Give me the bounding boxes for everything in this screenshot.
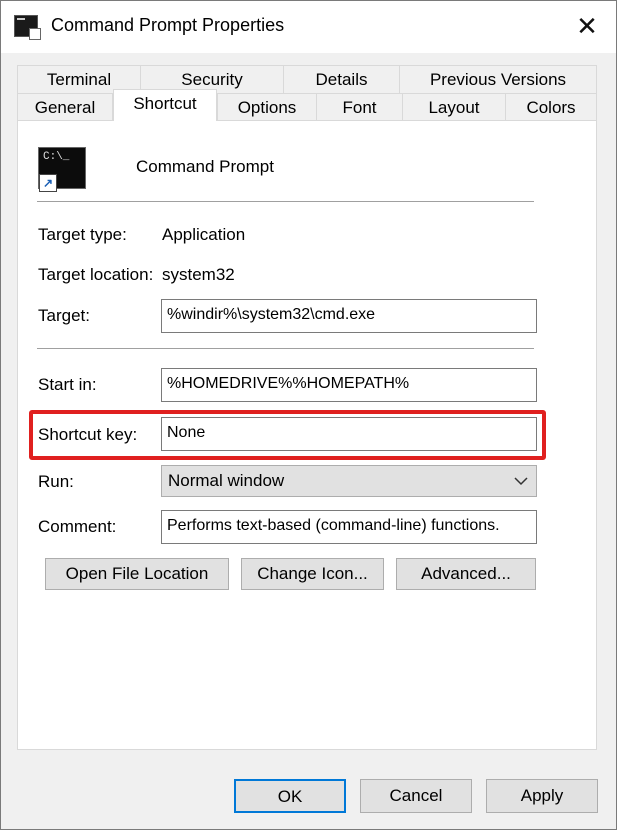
tab-colors[interactable]: Colors — [505, 93, 597, 121]
target-label: Target: — [38, 306, 90, 325]
open-file-location-button[interactable]: Open File Location — [45, 558, 229, 590]
cancel-button[interactable]: Cancel — [360, 779, 472, 813]
run-select[interactable]: Normal window — [161, 465, 537, 497]
run-label: Run: — [38, 472, 74, 491]
comment-label: Comment: — [38, 517, 117, 536]
tab-general[interactable]: General — [17, 93, 113, 121]
target-location-value: system32 — [162, 265, 235, 284]
target-type-value: Application — [162, 225, 246, 244]
tab-options[interactable]: Options — [217, 93, 317, 121]
properties-dialog: Command Prompt Properties ✕ Terminal Sec… — [0, 0, 617, 830]
apply-button[interactable]: Apply — [486, 779, 598, 813]
change-icon-button[interactable]: Change Icon... — [241, 558, 384, 590]
window-title: Command Prompt Properties — [51, 15, 285, 35]
tab-shortcut[interactable]: Shortcut — [113, 89, 217, 121]
separator — [37, 348, 534, 350]
target-location-label: Target location: — [38, 265, 154, 284]
cmd-icon-prompt-text: C:\_ — [43, 151, 70, 163]
separator — [37, 201, 534, 203]
close-button[interactable]: ✕ — [569, 11, 605, 41]
target-field[interactable]: %windir%\system32\cmd.exe — [161, 299, 537, 333]
title-bar[interactable]: Command Prompt Properties ✕ — [1, 1, 616, 53]
tab-details[interactable]: Details — [283, 65, 400, 93]
tab-previous-versions[interactable]: Previous Versions — [399, 65, 597, 93]
cmd-icon: C:\_ ↗ — [38, 147, 86, 192]
comment-field[interactable]: Performs text-based (command-line) funct… — [161, 510, 537, 544]
run-select-value: Normal window — [168, 471, 285, 490]
shortcut-key-highlight — [29, 410, 546, 460]
ok-button[interactable]: OK — [234, 779, 346, 813]
target-type-label: Target type: — [38, 225, 127, 244]
chevron-down-icon — [514, 466, 528, 507]
tab-layout[interactable]: Layout — [402, 93, 506, 121]
shortcut-arrow-icon: ↗ — [39, 174, 57, 192]
start-in-label: Start in: — [38, 375, 97, 394]
advanced-button[interactable]: Advanced... — [396, 558, 536, 590]
command-prompt-app-icon — [14, 15, 41, 40]
app-name: Command Prompt — [136, 157, 274, 176]
start-in-field[interactable]: %HOMEDRIVE%%HOMEPATH% — [161, 368, 537, 402]
tab-font[interactable]: Font — [316, 93, 403, 121]
